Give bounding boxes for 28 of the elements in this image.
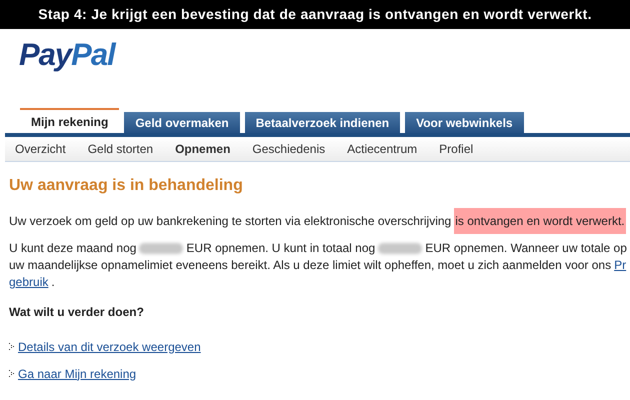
subnav-link[interactable]: Geschiedenis <box>252 140 326 158</box>
section-question: Wat wilt u verder doen? <box>9 304 145 321</box>
paypal-logo[interactable]: PayPal <box>19 35 115 75</box>
paragraph-text: U kunt deze maand nog <box>9 240 136 257</box>
subnav-link[interactable]: Profiel <box>439 140 474 158</box>
redacted-amount <box>378 243 422 254</box>
caption-text: Stap 4: Je krijgt een bevesting dat de aanvraag is ontvangen en wordt verwerkt. <box>38 5 592 24</box>
action-link[interactable]: Ga naar Mijn rekening <box>18 364 136 382</box>
redacted-amount <box>139 243 184 254</box>
nav-tab[interactable]: Voor webwinkels <box>405 112 524 133</box>
paragraph-text: . <box>51 274 55 291</box>
page-heading: Uw aanvraag is in behandeling <box>9 176 244 196</box>
highlighted-text: is ontvangen en wordt verwerkt. <box>454 208 626 234</box>
paragraph-text: Uw verzoek om geld op uw bankrekening te storten via elektronische overschrijving <box>9 213 452 230</box>
nav-tab[interactable]: Geld overmaken <box>124 112 240 133</box>
text-link[interactable]: gebruik <box>9 274 48 291</box>
paragraph-text: EUR opnemen. U kunt in totaal nog <box>186 240 376 257</box>
arrow-bullet-icon <box>9 343 14 350</box>
subnav-link[interactable]: Actiecentrum <box>347 140 418 158</box>
subnav-link[interactable]: Overzicht <box>15 140 66 158</box>
paragraph-text: uw maandelijkse opnamelimiet eveneens bereikt. Als u deze limiet wilt opheffen, moet u zich aanmelden voor ons <box>9 257 612 274</box>
arrow-bullet-icon <box>9 370 14 377</box>
text-link[interactable]: Pr <box>614 257 626 274</box>
action-link[interactable]: Details van dit verzoek weergeven <box>18 338 201 356</box>
nav-tab[interactable]: Betaalverzoek indienen <box>244 112 400 133</box>
paragraph-text: EUR opnemen. Wanneer uw totale op <box>425 240 627 257</box>
subnav-link[interactable]: Opnemen <box>175 140 230 158</box>
subnav-link[interactable]: Geld storten <box>88 140 154 158</box>
